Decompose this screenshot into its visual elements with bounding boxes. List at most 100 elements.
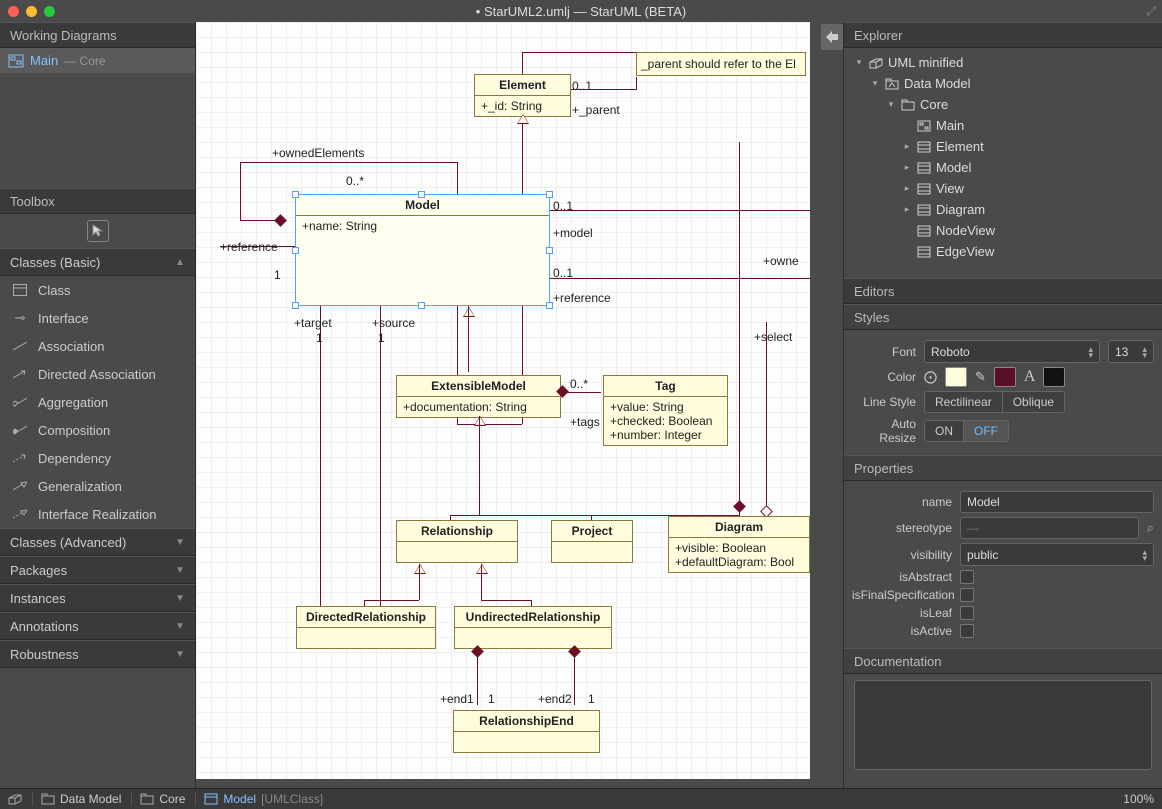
class-tag[interactable]: Tag +value: String+checked: Boolean+numb… — [603, 375, 728, 446]
documentation-body — [844, 674, 1162, 788]
class-element[interactable]: Element +_id: String — [474, 74, 571, 117]
tb-section-robustness[interactable]: Robustness▼ — [0, 640, 195, 668]
prop-isactive-checkbox[interactable] — [960, 624, 974, 638]
tree-twisty-icon[interactable]: ▸ — [902, 162, 912, 173]
tb-item-aggregation[interactable]: Aggregation — [0, 388, 195, 416]
line-color-swatch[interactable] — [994, 367, 1016, 387]
class-relationship-end[interactable]: RelationshipEnd — [453, 710, 600, 753]
class-model[interactable]: Model +name: String — [295, 194, 550, 306]
resize-handle[interactable] — [546, 247, 553, 254]
class-relationship[interactable]: Relationship — [396, 520, 518, 563]
prop-isabstract-checkbox[interactable] — [960, 570, 974, 584]
documentation-textarea[interactable] — [854, 680, 1152, 770]
resize-handle[interactable] — [292, 302, 299, 309]
prop-name-input[interactable] — [960, 491, 1154, 513]
class-icon — [204, 793, 218, 805]
breadcrumb-root[interactable] — [8, 793, 22, 805]
resize-handle[interactable] — [418, 302, 425, 309]
tree-item-label: Element — [936, 139, 984, 154]
working-diagram-item[interactable]: Main — Core — [0, 48, 195, 73]
toolbox-body: Classes (Basic)▲ Class ⊸Interface Associ… — [0, 214, 195, 788]
tree-twisty-icon[interactable]: ▸ — [902, 141, 912, 152]
tree-item-label: Diagram — [936, 202, 985, 217]
font-color-swatch[interactable] — [1043, 367, 1065, 387]
tb-section-packages[interactable]: Packages▼ — [0, 556, 195, 584]
tree-item[interactable]: ▸Model — [844, 157, 1162, 178]
tb-section-classes-advanced[interactable]: Classes (Advanced)▼ — [0, 528, 195, 556]
diagram-icon — [8, 54, 24, 68]
tb-item-class[interactable]: Class — [0, 276, 195, 304]
diagram-canvas[interactable]: _parent should refer to the El Element +… — [196, 22, 843, 788]
resize-handle[interactable] — [292, 191, 299, 198]
class-directed-relationship[interactable]: DirectedRelationship — [296, 606, 436, 649]
class-diagram[interactable]: Diagram +visible: Boolean+defaultDiagram… — [668, 516, 810, 573]
tb-item-composition[interactable]: Composition — [0, 416, 195, 444]
prop-isfinal-checkbox[interactable] — [960, 588, 974, 602]
working-diagrams-header: Working Diagrams — [0, 22, 195, 48]
properties-header: Properties — [844, 455, 1162, 481]
font-size-select[interactable]: 13▴▾ — [1108, 340, 1154, 363]
tree-item-label: EdgeView — [936, 244, 994, 259]
fill-color-swatch[interactable] — [945, 367, 967, 387]
tb-item-directed-association[interactable]: Directed Association — [0, 360, 195, 388]
cls-icon — [916, 203, 932, 217]
tb-section-annotations[interactable]: Annotations▼ — [0, 612, 195, 640]
note-box[interactable]: _parent should refer to the El — [636, 52, 806, 76]
tree-twisty-icon[interactable]: ▾ — [886, 99, 896, 110]
zoom-level[interactable]: 100% — [1123, 792, 1154, 806]
eyedropper-icon[interactable]: ⨀ — [924, 369, 937, 385]
generalization-arrow-icon — [476, 564, 488, 574]
line-style-toggle[interactable]: RectilinearOblique — [924, 391, 1065, 413]
tb-section-instances[interactable]: Instances▼ — [0, 584, 195, 612]
tree-item[interactable]: Main — [844, 115, 1162, 136]
class-undirected-relationship[interactable]: UndirectedRelationship — [454, 606, 612, 649]
tree-item[interactable]: ▾Data Model — [844, 73, 1162, 94]
cursor-tool-button[interactable] — [87, 220, 109, 242]
resize-handle[interactable] — [418, 191, 425, 198]
tb-item-interface[interactable]: ⊸Interface — [0, 304, 195, 332]
breadcrumb-data-model[interactable]: Data Model — [32, 792, 121, 806]
resize-handle[interactable] — [546, 191, 553, 198]
tree-item[interactable]: ▸ View — [844, 178, 1162, 199]
explorer-header: Explorer — [844, 22, 1162, 48]
class-project[interactable]: Project — [551, 520, 633, 563]
breadcrumb-model[interactable]: Model[UMLClass] — [195, 792, 323, 806]
chevron-down-icon: ▼ — [175, 621, 185, 632]
expand-icon[interactable]: ⤢ — [1146, 4, 1156, 19]
tree-item[interactable]: NodeView — [844, 220, 1162, 241]
prop-visibility-select[interactable]: public▴▾ — [960, 543, 1154, 566]
resize-handle[interactable] — [546, 302, 553, 309]
search-icon[interactable]: ⌕ — [1147, 520, 1154, 536]
tb-item-dependency[interactable]: Dependency — [0, 444, 195, 472]
pencil-icon[interactable]: ✎ — [975, 369, 986, 385]
tree-item[interactable]: ▾Core — [844, 94, 1162, 115]
tree-twisty-icon[interactable]: ▸ — [902, 183, 912, 194]
documentation-header: Documentation — [844, 648, 1162, 674]
prop-stereotype-input[interactable] — [960, 517, 1139, 539]
tree-item[interactable]: ▸ Element — [844, 136, 1162, 157]
tb-item-association[interactable]: Association — [0, 332, 195, 360]
tree-item[interactable]: ▸ Diagram — [844, 199, 1162, 220]
tree-item[interactable]: EdgeView — [844, 241, 1162, 262]
tree-twisty-icon[interactable]: ▸ — [902, 204, 912, 215]
composition-diamond-icon — [733, 500, 746, 513]
toolbox-cursor-row — [0, 214, 195, 248]
resize-handle[interactable] — [292, 247, 299, 254]
tb-item-generalization[interactable]: Generalization — [0, 472, 195, 500]
class-extensible-model[interactable]: ExtensibleModel +documentation: String — [396, 375, 561, 418]
diagram-paper[interactable]: _parent should refer to the El Element +… — [196, 22, 810, 779]
tree-item-label: View — [936, 181, 964, 196]
tree-item[interactable]: ▾UML minified — [844, 52, 1162, 73]
breadcrumb-core[interactable]: Core — [131, 792, 185, 806]
font-select[interactable]: Roboto▴▾ — [924, 340, 1100, 363]
tree-item-label: Main — [936, 118, 964, 133]
tree-twisty-icon[interactable]: ▾ — [854, 57, 864, 68]
prop-isleaf-checkbox[interactable] — [960, 606, 974, 620]
auto-resize-toggle[interactable]: ONOFF — [924, 420, 1009, 442]
properties-body: name stereotype⌕ visibilitypublic▴▾ isAb… — [844, 481, 1162, 648]
cursor-icon — [92, 224, 104, 238]
tb-section-classes-basic[interactable]: Classes (Basic)▲ — [0, 248, 195, 276]
dock-toggle-icon[interactable] — [821, 24, 843, 50]
tb-item-interface-realization[interactable]: Interface Realization — [0, 500, 195, 528]
tree-twisty-icon[interactable]: ▾ — [870, 78, 880, 89]
